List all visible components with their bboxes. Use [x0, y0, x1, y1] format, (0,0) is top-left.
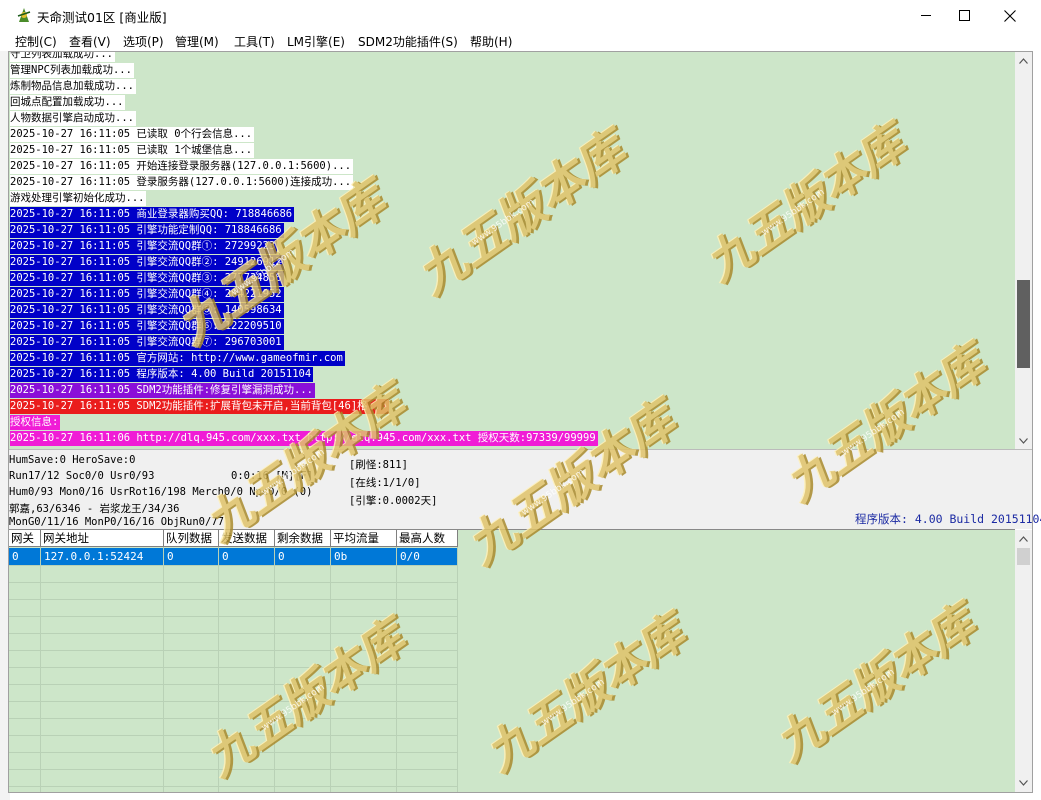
maximize-icon — [958, 10, 970, 21]
log-line: 2025-10-27 16:11:05 商业登录器购买QQ: 718846686 — [10, 207, 295, 222]
menu-control[interactable]: 控制(C) — [15, 33, 57, 50]
log-scrollbar[interactable] — [1015, 52, 1032, 449]
log-line: 人物数据引擎启动成功... — [10, 111, 136, 126]
grid-col-line — [40, 547, 41, 792]
log-line: 2025-10-27 16:11:05 已读取 0个行会信息... — [10, 127, 255, 142]
menu-sdm2-plugin[interactable]: SDM2功能插件(S) — [358, 33, 458, 50]
status-version: 程序版本: 4.00 Build 20151104 — [855, 512, 1041, 526]
status-run: Run17/12 Soc0/0 Usr0/93 — [9, 470, 155, 482]
log-line: 游戏处理引擎初始化成功... — [10, 191, 147, 206]
grid-row-line — [9, 701, 458, 702]
menu-help[interactable]: 帮助(H) — [470, 33, 512, 50]
column-header[interactable]: 网关 — [9, 530, 41, 547]
menu-view[interactable]: 查看(V) — [69, 33, 111, 50]
chevron-down-icon — [1019, 437, 1028, 444]
column-header[interactable]: 队列数据 — [164, 530, 219, 547]
grid-col-line — [163, 547, 164, 792]
scroll-up-button[interactable] — [1015, 52, 1032, 69]
table-cell[interactable]: 0 — [164, 548, 219, 565]
log-line: 回城点配置加载成功... — [10, 95, 126, 110]
close-button[interactable] — [987, 0, 1033, 31]
grid-scroll-down-button[interactable] — [1015, 774, 1032, 791]
table-cell[interactable]: 0b — [331, 548, 397, 565]
log-line: 2025-10-27 16:11:05 开始连接登录服务器(127.0.0.1:… — [10, 159, 354, 174]
chevron-down-icon — [1019, 779, 1028, 786]
menu-lm-engine[interactable]: LM引擎(E) — [287, 33, 345, 50]
grid-row-line — [9, 565, 458, 566]
title-bar: 天命测试01区 [商业版] — [0, 0, 1041, 31]
grid-scroll-thumb[interactable] — [1017, 548, 1030, 565]
app-icon — [17, 8, 31, 22]
table-cell[interactable]: 0 — [9, 548, 41, 565]
column-header[interactable]: 网关地址 — [41, 530, 164, 547]
log-line: 2025-10-27 16:11:05 已读取 1个城堡信息... — [10, 143, 255, 158]
status-monsters: MonG0/11/16 MonP0/16/16 ObjRun0/77 — [9, 516, 224, 528]
grid-row-line — [9, 786, 458, 787]
log-line: 2025-10-27 16:11:05 登录服务器(127.0.0.1:5600… — [10, 175, 354, 190]
table-cell[interactable]: 127.0.0.1:52424 — [41, 548, 164, 565]
menu-options[interactable]: 选项(P) — [123, 33, 164, 50]
close-icon — [1004, 9, 1016, 22]
status-location: 郭嘉,63/6346 - 岩浆龙王/34/36 — [9, 503, 180, 515]
grid-row-line — [9, 684, 458, 685]
grid-col-line — [457, 547, 458, 792]
grid-scrollbar[interactable] — [1015, 530, 1032, 792]
grid-row-line — [9, 582, 458, 583]
menu-tools[interactable]: 工具(T) — [234, 33, 275, 50]
menu-manage[interactable]: 管理(M) — [175, 33, 219, 50]
log-line: 2025-10-27 16:11:05 引擎交流QQ群⑦: 296703001 — [10, 335, 284, 350]
column-header[interactable]: 最高人数 — [397, 530, 458, 547]
scroll-thumb[interactable] — [1017, 280, 1030, 368]
log-line: 授权信息: — [10, 415, 61, 430]
status-online: [在线:1/1/0] — [349, 477, 421, 489]
log-line: 2025-10-27 16:11:05 程序版本: 4.00 Build 201… — [10, 367, 314, 382]
scroll-down-button[interactable] — [1015, 432, 1032, 449]
column-header[interactable]: 剩余数据 — [275, 530, 331, 547]
minimize-icon — [920, 15, 931, 16]
maximize-button[interactable] — [941, 0, 987, 31]
window-title: 天命测试01区 [商业版] — [37, 10, 167, 25]
grid-row-line — [9, 599, 458, 600]
menu-bar: 控制(C) 查看(V) 选项(P) 管理(M) 工具(T) LM引擎(E) SD… — [0, 31, 1041, 51]
log-line: 炼制物品信息加载成功... — [10, 79, 136, 94]
status-save: HumSave:0 HeroSave:0 — [9, 454, 136, 466]
table-cell[interactable]: 0/0 — [397, 548, 458, 565]
log-line: 管理NPC列表加载成功... — [10, 63, 134, 78]
log-line: 2025-10-27 16:11:05 官方网站: http://www.gam… — [10, 351, 345, 366]
table-cell[interactable]: 0 — [275, 548, 331, 565]
log-line: 守卫列表加载成功... — [10, 52, 115, 62]
chevron-up-icon — [1019, 57, 1028, 64]
grid-scroll-up-button[interactable] — [1015, 530, 1032, 547]
log-line: 2025-10-27 16:11:05 引擎功能定制QQ: 718846686 — [10, 223, 284, 238]
chevron-up-icon — [1019, 535, 1028, 542]
status-engine: [引擎:0.0002天] — [349, 495, 438, 507]
column-header[interactable]: 平均流量 — [331, 530, 397, 547]
grid-row-line — [9, 616, 458, 617]
log-line: 2025-10-27 16:11:05 SDM2功能插件:修复引擎漏洞成功... — [10, 383, 316, 398]
